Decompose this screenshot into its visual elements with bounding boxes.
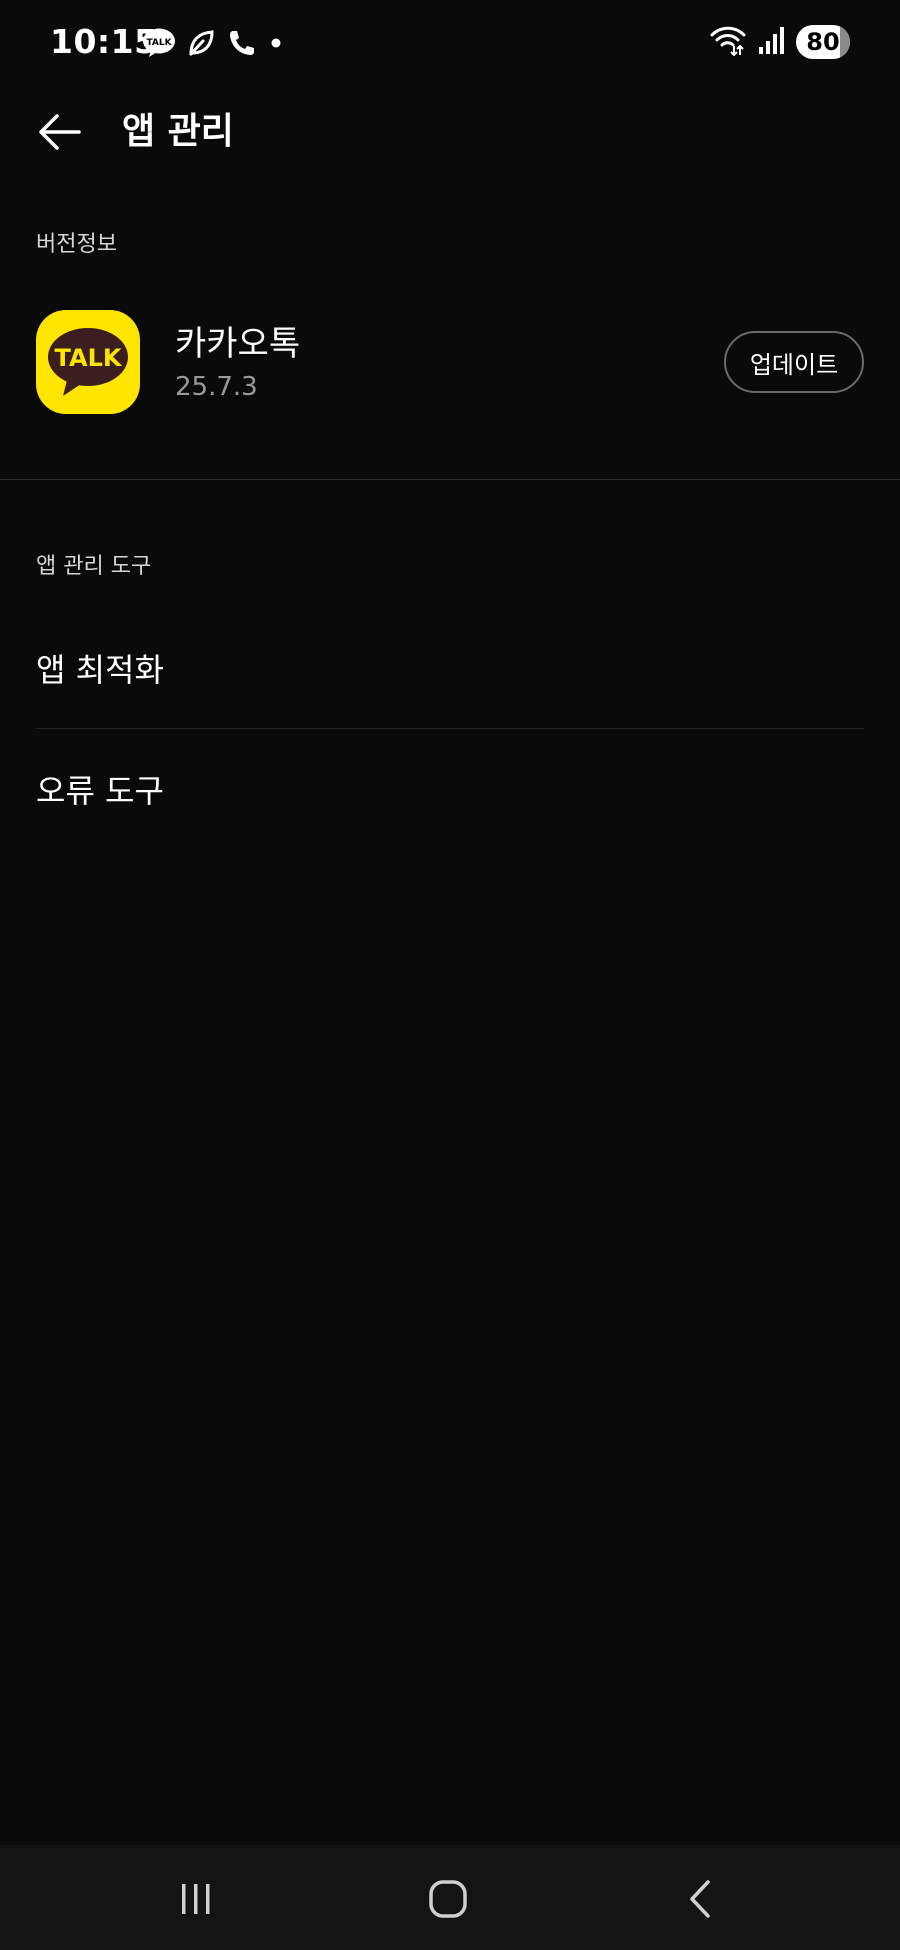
screen: 10:15 TALK 80 앱 관리 버전정보 TALK 카카오톡 25.7.3… (0, 0, 900, 1950)
recents-icon (182, 1884, 210, 1914)
app-info-row: TALK 카카오톡 25.7.3 업데이트 (0, 302, 900, 432)
menu-item-error-tools[interactable]: 오류 도구 (36, 741, 864, 837)
section-divider (0, 479, 900, 480)
phone-icon (226, 28, 256, 58)
app-version: 25.7.3 (175, 372, 258, 402)
home-button[interactable] (413, 1871, 483, 1927)
status-bar: 10:15 TALK 80 (0, 0, 900, 86)
menu-item-label: 오류 도구 (36, 772, 164, 810)
kakaotalk-app-icon: TALK (36, 310, 140, 414)
system-icons: 80 (710, 22, 850, 62)
app-name: 카카오톡 (175, 324, 301, 364)
app-header: 앱 관리 (0, 100, 900, 164)
navigation-bar (0, 1845, 900, 1950)
signal-icon (758, 25, 784, 59)
nav-back-button[interactable] (665, 1871, 735, 1927)
back-icon (690, 1880, 710, 1918)
menu-divider (36, 728, 864, 729)
battery-icon: 80 (796, 25, 850, 59)
dot-icon (266, 33, 286, 53)
page-title: 앱 관리 (122, 111, 234, 152)
home-icon (429, 1880, 467, 1918)
tools-section-label: 앱 관리 도구 (36, 554, 152, 579)
back-button[interactable] (34, 108, 86, 156)
wifi-icon (710, 24, 746, 60)
svg-text:TALK: TALK (146, 38, 172, 48)
back-arrow-icon (39, 114, 81, 150)
version-section-label: 버전정보 (36, 232, 117, 257)
menu-item-label: 앱 최적화 (36, 651, 164, 689)
update-button[interactable]: 업데이트 (724, 331, 864, 393)
battery-level: 80 (806, 28, 840, 56)
menu-item-app-optimize[interactable]: 앱 최적화 (36, 620, 864, 716)
kakaotalk-icon: TALK (142, 27, 176, 59)
app-icon-text: TALK (55, 344, 123, 372)
recents-button[interactable] (161, 1871, 231, 1927)
notification-icons: TALK (142, 25, 286, 61)
leaf-icon (186, 28, 216, 58)
